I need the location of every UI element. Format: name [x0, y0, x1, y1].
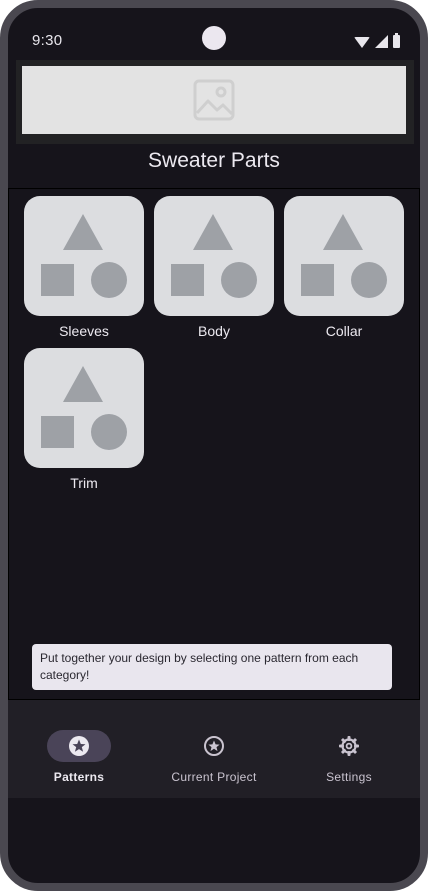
nav-label: Settings	[326, 770, 372, 784]
category-tile-sleeves[interactable]: Sleeves	[24, 196, 144, 339]
signal-icon	[375, 35, 388, 48]
category-grid: Sleeves Body Collar Trim	[8, 188, 420, 700]
status-time: 9:30	[32, 32, 63, 49]
phone-frame: 9:30 Sweater Parts Sleeves Body Collar T…	[0, 0, 428, 891]
nav-item-current-project[interactable]: Current Project	[147, 730, 281, 784]
shapes-icon	[41, 366, 127, 450]
star-circle-icon	[204, 736, 224, 756]
wifi-icon	[354, 37, 370, 48]
category-image	[154, 196, 274, 316]
page-title: Sweater Parts	[148, 149, 280, 172]
status-icons	[354, 33, 400, 48]
gear-icon	[339, 736, 359, 756]
shapes-icon	[41, 214, 127, 298]
category-label: Collar	[325, 323, 363, 339]
shapes-icon	[171, 214, 257, 298]
hint-snackbar: Put together your design by selecting on…	[32, 644, 392, 690]
nav-label: Patterns	[53, 770, 105, 784]
category-label: Trim	[70, 475, 98, 491]
banner-container	[16, 60, 414, 144]
category-tile-collar[interactable]: Collar	[284, 196, 404, 339]
star-circle-icon	[69, 736, 89, 756]
category-image	[24, 348, 144, 468]
category-tile-body[interactable]: Body	[154, 196, 274, 339]
nav-item-patterns[interactable]: Patterns	[12, 730, 146, 784]
nav-indicator	[317, 730, 381, 762]
nav-active-indicator	[47, 730, 111, 762]
status-bar: 9:30	[8, 8, 420, 60]
nav-item-settings[interactable]: Settings	[282, 730, 416, 784]
image-placeholder-icon	[193, 79, 235, 121]
nav-indicator	[182, 730, 246, 762]
category-label: Body	[198, 323, 230, 339]
category-image	[284, 196, 404, 316]
banner-image	[22, 66, 406, 134]
camera-cutout	[202, 26, 226, 50]
category-label: Sleeves	[59, 323, 109, 339]
category-image	[24, 196, 144, 316]
category-tile-trim[interactable]: Trim	[24, 348, 144, 491]
nav-label: Current Project	[171, 770, 257, 784]
battery-icon	[393, 33, 400, 48]
bottom-navigation: Patterns Current Project Settings	[8, 700, 420, 798]
shapes-icon	[301, 214, 387, 298]
